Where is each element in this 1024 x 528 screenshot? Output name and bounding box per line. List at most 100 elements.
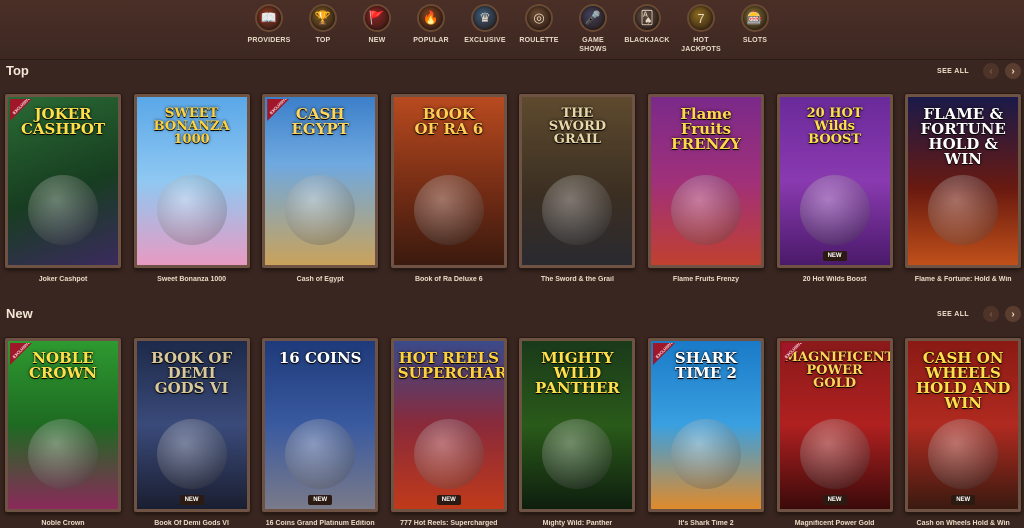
game-thumbnail[interactable]: MIGHTY WILD PANTHER	[519, 338, 636, 512]
providers-icon: 📖	[257, 6, 281, 30]
nav-item-hot-jackpots[interactable]: 7 HOT JACKPOTS	[674, 6, 728, 54]
game-card[interactable]: SHARK TIME 2 EXCLUSIVE It's Shark Time 2	[648, 338, 764, 527]
game-card[interactable]: HOT REELS SUPERCHARGED NEW 777 Hot Reels: …	[390, 338, 507, 527]
game-thumbnail[interactable]: Flame Fruits FRENZY	[648, 94, 764, 268]
nav-item-blackjack[interactable]: 🂡 BLACKJACK	[620, 6, 674, 45]
game-thumbnail[interactable]: MAGNIFICENT POWER GOLD EXCLUSIVE NEW	[776, 338, 893, 512]
nav-item-providers[interactable]: 📖 PROVIDERS	[242, 6, 296, 45]
nav-label: ROULETTE	[519, 37, 559, 44]
game-logo-text: BOOK OF RA 6	[414, 105, 484, 138]
new-badge: NEW	[951, 495, 976, 505]
game-thumbnail[interactable]: THE SWORD GRAIL	[519, 94, 636, 268]
see-all-new-link[interactable]: SEE ALL	[937, 311, 969, 318]
game-thumbnail[interactable]: NOBLE CROWN EXCLUSIVE	[5, 338, 121, 512]
game-logo-text: THE SWORD GRAIL	[548, 106, 607, 147]
game-art: Flame Fruits FRENZY	[651, 97, 761, 265]
game-card[interactable]: 20 HOT Wilds BOOST NEW 20 Hot Wilds Boost	[776, 94, 893, 283]
new-next-arrow-icon[interactable]: ›	[1005, 306, 1021, 322]
game-logo-text: MIGHTY WILD PANTHER	[535, 349, 620, 397]
game-card[interactable]: CASH ON WHEELS HOLD AND WIN NEW Cash on Wh…	[905, 338, 1022, 527]
game-title[interactable]: Magnificent Power Gold	[777, 520, 893, 527]
game-art: FLAME & FORTUNE HOLD & WIN	[908, 97, 1019, 265]
game-art: NOBLE CROWN	[8, 341, 118, 509]
game-card[interactable]: 16 COINS NEW 16 Coins Grand Platinum Editi…	[262, 338, 379, 527]
game-card[interactable]: SWEET BONANZA 1000 Sweet Bonanza 1000	[133, 94, 250, 283]
nav-item-top[interactable]: 🏆 TOP	[296, 6, 350, 45]
game-emblem	[671, 419, 741, 489]
game-title[interactable]: Sweet Bonanza 1000	[134, 276, 250, 283]
game-card[interactable]: BOOK OF RA 6 Book of Ra Deluxe 6	[390, 94, 507, 283]
section-title-new: New	[6, 306, 33, 321]
game-card[interactable]: FLAME & FORTUNE HOLD & WIN Flame & Fortun…	[905, 94, 1022, 283]
game-art: MAGNIFICENT POWER GOLD	[779, 341, 893, 509]
game-emblem	[413, 419, 484, 489]
game-thumbnail[interactable]: JOKER CASHPOT EXCLUSIVE	[5, 94, 121, 268]
section-title-top: Top	[6, 63, 29, 78]
nav-label: GAME SHOWS	[579, 37, 607, 53]
game-thumbnail[interactable]: 20 HOT Wilds BOOST NEW	[776, 94, 893, 268]
game-title[interactable]: It's Shark Time 2	[648, 520, 764, 527]
category-nav: 📖 PROVIDERS 🏆 TOP 🚩 NEW 🔥 POPULAR ♛ EXCLUSIVE ◎ ROU…	[0, 0, 1024, 60]
game-card[interactable]: THE SWORD GRAIL The Sword & the Grail	[519, 94, 636, 283]
game-card[interactable]: MIGHTY WILD PANTHER Mighty Wild: Panther	[519, 338, 636, 527]
game-card[interactable]: BOOK OF DEMI GODS VI NEW Book Of Demi Gods…	[133, 338, 250, 527]
game-title[interactable]: 777 Hot Reels: Supercharged	[391, 520, 507, 527]
game-title[interactable]: 20 Hot Wilds Boost	[777, 276, 893, 283]
game-card[interactable]: CASH EGYPT EXCLUSIVE Cash of Egypt	[262, 94, 379, 283]
game-logo-text: 16 COINS	[278, 349, 362, 367]
game-title[interactable]: Cash on Wheels Hold & Win	[905, 520, 1021, 527]
game-art: MIGHTY WILD PANTHER	[522, 341, 633, 509]
game-title[interactable]: 16 Coins Grand Platinum Edition	[262, 520, 378, 527]
game-title[interactable]: The Sword & the Grail	[519, 276, 635, 283]
game-thumbnail[interactable]: CASH ON WHEELS HOLD AND WIN NEW	[905, 338, 1022, 512]
game-thumbnail[interactable]: SWEET BONANZA 1000	[133, 94, 250, 268]
new-badge: NEW	[822, 495, 847, 505]
game-title[interactable]: Book of Ra Deluxe 6	[391, 276, 507, 283]
game-title[interactable]: Flame & Fortune: Hold & Win	[905, 276, 1021, 283]
game-emblem	[156, 419, 227, 489]
nav-item-popular[interactable]: 🔥 POPULAR	[404, 6, 458, 45]
game-title[interactable]: Mighty Wild: Panther	[519, 520, 635, 527]
nav-item-new[interactable]: 🚩 NEW	[350, 6, 404, 45]
game-thumbnail[interactable]: SHARK TIME 2 EXCLUSIVE	[648, 338, 764, 512]
game-thumbnail[interactable]: BOOK OF RA 6	[390, 94, 507, 268]
game-art: SHARK TIME 2	[651, 341, 761, 509]
game-title[interactable]: Flame Fruits Frenzy	[648, 276, 764, 283]
nav-item-game-shows[interactable]: 🎤 GAME SHOWS	[566, 6, 620, 54]
game-card[interactable]: JOKER CASHPOT EXCLUSIVE Joker Cashpot	[5, 94, 121, 283]
new-prev-arrow-icon[interactable]: ‹	[983, 306, 999, 322]
roulette-icon: ◎	[527, 6, 551, 30]
game-title[interactable]: Joker Cashpot	[5, 276, 121, 283]
game-card[interactable]: NOBLE CROWN EXCLUSIVE Noble Crown	[5, 338, 121, 527]
see-all-top-link[interactable]: SEE ALL	[937, 68, 969, 75]
game-thumbnail[interactable]: HOT REELS SUPERCHARGED NEW	[390, 338, 507, 512]
game-emblem	[799, 175, 870, 245]
game-thumbnail[interactable]: 16 COINS NEW	[262, 338, 379, 512]
game-emblem	[928, 419, 999, 489]
game-logo-text: BOOK OF DEMI GODS VI	[151, 349, 233, 397]
game-art: THE SWORD GRAIL	[522, 97, 633, 265]
game-logo-text: MAGNIFICENT POWER GOLD	[783, 350, 893, 391]
top-next-arrow-icon[interactable]: ›	[1005, 63, 1021, 79]
game-card[interactable]: MAGNIFICENT POWER GOLD EXCLUSIVE NEW Magnif…	[776, 338, 893, 527]
game-title[interactable]: Noble Crown	[5, 520, 121, 527]
nav-label: POPULAR	[413, 37, 449, 44]
game-logo-text: CASH ON WHEELS HOLD AND WIN	[916, 349, 1011, 412]
game-thumbnail[interactable]: CASH EGYPT EXCLUSIVE	[262, 94, 379, 268]
game-title[interactable]: Book Of Demi Gods VI	[134, 520, 250, 527]
top-prev-arrow-icon[interactable]: ‹	[983, 63, 999, 79]
nav-item-exclusive[interactable]: ♛ EXCLUSIVE	[458, 6, 512, 45]
nav-label: NEW	[368, 37, 386, 44]
game-logo-text: SWEET BONANZA 1000	[153, 106, 230, 147]
game-thumbnail[interactable]: BOOK OF DEMI GODS VI NEW	[133, 338, 250, 512]
game-logo-text: JOKER CASHPOT	[20, 105, 106, 138]
game-card[interactable]: Flame Fruits FRENZY Flame Fruits Frenzy	[648, 94, 764, 283]
nav-item-slots[interactable]: 🎰 SLOTS	[728, 6, 782, 45]
new-badge: NEW	[822, 251, 847, 261]
new-badge: NEW	[436, 495, 461, 505]
game-thumbnail[interactable]: FLAME & FORTUNE HOLD & WIN	[905, 94, 1022, 268]
game-art: 20 HOT Wilds BOOST	[779, 97, 890, 265]
game-emblem	[156, 175, 227, 245]
game-title[interactable]: Cash of Egypt	[262, 276, 378, 283]
nav-item-roulette[interactable]: ◎ ROULETTE	[512, 6, 566, 45]
